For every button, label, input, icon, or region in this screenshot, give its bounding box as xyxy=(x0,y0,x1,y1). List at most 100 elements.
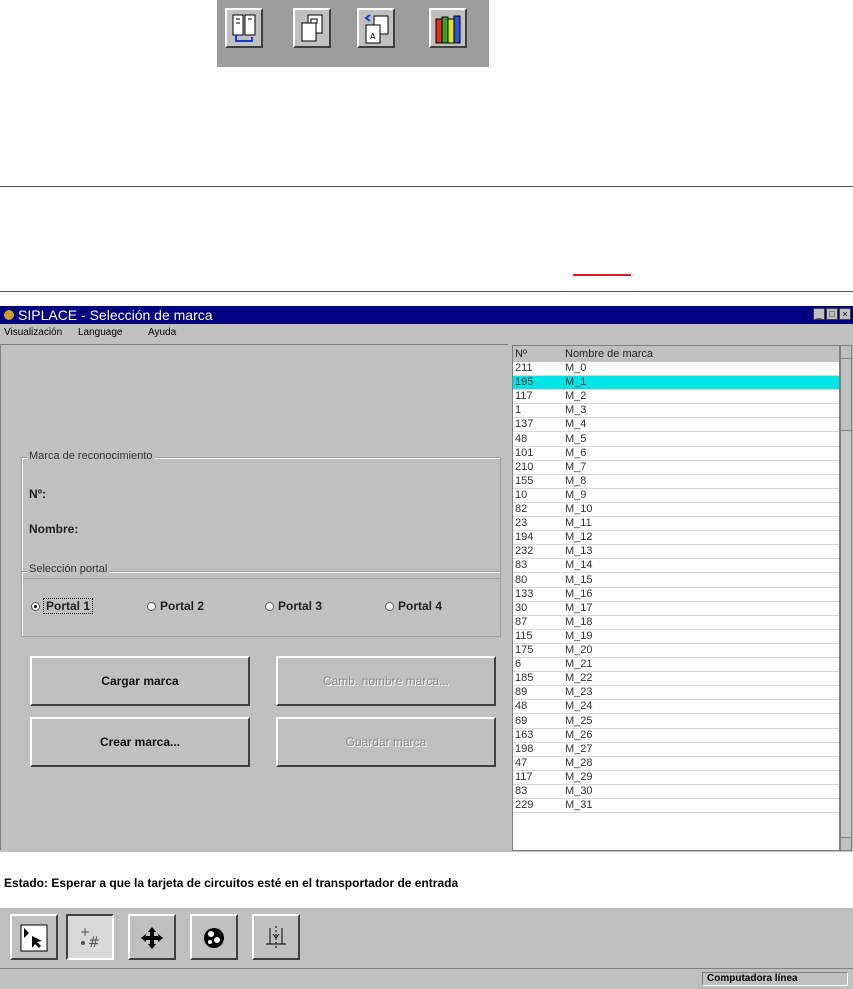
table-row[interactable]: 163 M_26 xyxy=(513,729,839,743)
row-mark-name: M_28 xyxy=(565,756,593,769)
table-row[interactable]: 198 M_27 xyxy=(513,743,839,757)
left-panel: Marca de reconocimiento Nº: Nombre: Sele… xyxy=(0,344,508,850)
table-row[interactable]: 117 M_2 xyxy=(513,390,839,405)
row-mark-name: M_1 xyxy=(565,376,587,389)
title-bar[interactable]: SIPLACE - Selección de marca _ □ × xyxy=(0,306,853,324)
table-row[interactable]: 101 M_6 xyxy=(513,447,839,461)
table-row[interactable]: 48 M_5 xyxy=(513,433,839,447)
row-mark-name: M_14 xyxy=(565,559,593,572)
row-number: 30 xyxy=(515,601,528,614)
table-row[interactable]: 69 M_25 xyxy=(513,715,839,729)
save-mark-button[interactable]: Guardar marca xyxy=(276,717,496,767)
table-row[interactable]: 195 M_1 xyxy=(513,376,839,391)
vision-camera-icon[interactable] xyxy=(190,914,238,960)
row-mark-name: M_9 xyxy=(565,488,587,501)
radio-portal-4[interactable]: Portal 4 xyxy=(385,599,442,613)
table-row[interactable]: 115 M_19 xyxy=(513,630,839,644)
row-mark-name: M_10 xyxy=(565,503,593,515)
row-number: 155 xyxy=(515,474,534,487)
table-row[interactable]: 137 M_4 xyxy=(513,418,839,433)
grid-marks-icon[interactable]: + # xyxy=(66,914,114,960)
table-row[interactable]: 82 M_10 xyxy=(513,503,839,517)
books-library-icon[interactable] xyxy=(429,8,467,48)
list-scrollbar[interactable] xyxy=(840,345,852,851)
rename-mark-button[interactable]: Camb. nombre marca... xyxy=(276,656,496,706)
table-row[interactable]: 83 M_14 xyxy=(513,559,839,574)
recognition-group xyxy=(21,457,501,579)
row-number: 6 xyxy=(515,658,522,671)
create-mark-button[interactable]: Crear marca... xyxy=(30,717,250,767)
row-mark-name: M_13 xyxy=(565,545,593,558)
row-number: 163 xyxy=(515,728,534,741)
row-number: 80 xyxy=(515,573,528,586)
row-mark-name: M_12 xyxy=(565,531,593,544)
transfer-document-icon[interactable]: A xyxy=(357,8,395,48)
axis-offset-icon[interactable] xyxy=(252,914,300,960)
scroll-up-icon[interactable] xyxy=(841,346,851,359)
svg-text:A: A xyxy=(370,32,376,41)
row-number: 115 xyxy=(515,629,533,642)
row-number: 175 xyxy=(515,644,534,656)
move-cross-icon[interactable] xyxy=(128,914,176,960)
mark-list[interactable]: Nº Nombre de marca 211 M_0 195 M_1 117 M_2 1 M_… xyxy=(512,345,840,851)
select-arrow-icon[interactable] xyxy=(10,914,58,960)
table-row[interactable]: 210 M_7 xyxy=(513,461,839,475)
row-number: 47 xyxy=(515,756,528,769)
column-name[interactable]: Nombre de marca xyxy=(565,348,653,360)
table-row[interactable]: 133 M_16 xyxy=(513,588,839,602)
close-button[interactable]: × xyxy=(839,308,851,320)
row-number: 211 xyxy=(515,362,533,374)
table-row[interactable]: 232 M_13 xyxy=(513,545,839,560)
table-row[interactable]: 229 M_31 xyxy=(513,799,839,814)
row-number: 117 xyxy=(515,390,533,403)
table-row[interactable]: 211 M_0 xyxy=(513,362,839,376)
column-number[interactable]: Nº xyxy=(515,348,527,360)
copy-pages-icon[interactable] xyxy=(293,8,331,48)
table-row[interactable]: 47 M_28 xyxy=(513,757,839,771)
svg-text:#: # xyxy=(88,935,100,951)
table-row[interactable]: 117 M_29 xyxy=(513,771,839,785)
radio-portal-1[interactable]: Portal 1 xyxy=(31,598,94,614)
row-number: 185 xyxy=(515,672,534,685)
table-row[interactable]: 194 M_12 xyxy=(513,531,839,546)
row-mark-name: M_23 xyxy=(565,686,593,699)
portal-group-label: Selección portal xyxy=(27,563,110,575)
row-mark-name: M_20 xyxy=(565,644,593,656)
table-row[interactable]: 10 M_9 xyxy=(513,489,839,503)
table-row[interactable]: 80 M_15 xyxy=(513,574,839,588)
table-row[interactable]: 1 M_3 xyxy=(513,404,839,419)
row-mark-name: M_21 xyxy=(565,658,593,671)
row-number: 137 xyxy=(515,418,534,431)
table-row[interactable]: 89 M_23 xyxy=(513,686,839,701)
scroll-thumb[interactable] xyxy=(841,360,851,431)
scroll-down-icon[interactable] xyxy=(841,837,851,850)
table-row[interactable]: 48 M_24 xyxy=(513,700,839,715)
radio-portal-3[interactable]: Portal 3 xyxy=(265,599,322,613)
table-row[interactable]: 185 M_22 xyxy=(513,672,839,687)
bottom-toolbar: + # xyxy=(0,908,853,966)
table-row[interactable]: 6 M_21 xyxy=(513,658,839,673)
load-mark-button[interactable]: Cargar marca xyxy=(30,656,250,706)
table-row[interactable]: 175 M_20 xyxy=(513,644,839,658)
row-number: 69 xyxy=(515,714,528,727)
name-label: Nombre: xyxy=(29,522,79,536)
menu-visualizacion[interactable]: Visualización xyxy=(4,327,62,338)
row-number: 83 xyxy=(515,559,528,572)
table-row[interactable]: 87 M_18 xyxy=(513,616,839,630)
menu-language[interactable]: Language xyxy=(78,327,123,338)
table-row[interactable]: 23 M_11 xyxy=(513,517,839,532)
radio-portal-2[interactable]: Portal 2 xyxy=(147,599,204,613)
row-mark-name: M_4 xyxy=(565,418,587,431)
row-number: 210 xyxy=(515,460,534,473)
table-row[interactable]: 30 M_17 xyxy=(513,602,839,616)
table-row[interactable]: 155 M_8 xyxy=(513,475,839,489)
table-row[interactable]: 83 M_30 xyxy=(513,785,839,799)
maximize-button[interactable]: □ xyxy=(826,308,838,320)
recognition-group-label: Marca de reconocimiento xyxy=(27,450,155,462)
minimize-button[interactable]: _ xyxy=(813,308,825,320)
column-layout-icon[interactable] xyxy=(225,8,263,48)
row-number: 82 xyxy=(515,503,528,515)
row-number: 83 xyxy=(515,785,528,797)
menu-ayuda[interactable]: Ayuda xyxy=(148,327,176,338)
row-number: 89 xyxy=(515,686,528,699)
